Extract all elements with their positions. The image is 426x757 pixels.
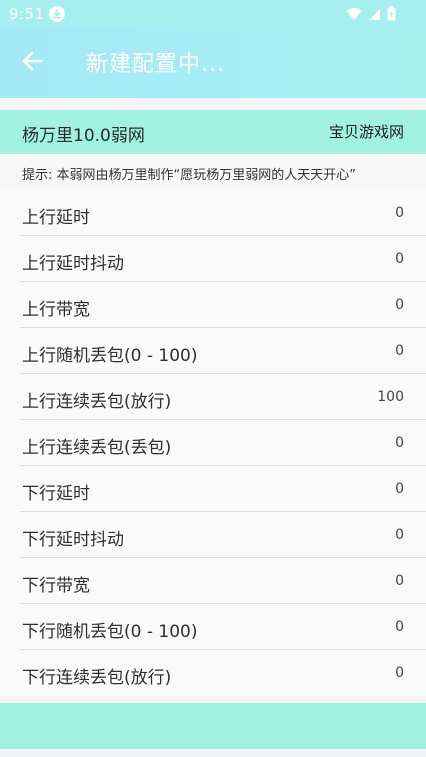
back-button[interactable]	[14, 44, 52, 82]
wifi-icon	[346, 7, 362, 25]
hint-text: 提示: 本弱网由杨万里制作“愿玩杨万里弱网的人天天开心”	[22, 168, 356, 183]
setting-value[interactable]: 0	[395, 619, 404, 635]
setting-label: 上行延时	[22, 208, 90, 228]
setting-value[interactable]: 0	[395, 343, 404, 359]
setting-label: 上行连续丢包(放行)	[22, 392, 172, 412]
setting-uplink-burst-pass[interactable]: 上行连续丢包(放行) 100	[20, 374, 426, 420]
setting-downlink-random-loss[interactable]: 下行随机丢包(0 - 100) 0	[20, 604, 426, 650]
setting-downlink-delay[interactable]: 下行延时 0	[20, 466, 426, 512]
status-bar: 9:51	[0, 0, 426, 28]
setting-label: 上行带宽	[22, 300, 90, 320]
setting-downlink-burst-pass[interactable]: 下行连续丢包(放行) 0	[20, 650, 426, 696]
status-time: 9:51	[9, 5, 45, 23]
setting-value[interactable]: 0	[395, 435, 404, 451]
site-name: 宝贝游戏网	[328, 123, 404, 141]
setting-label: 上行连续丢包(丢包)	[22, 438, 172, 458]
setting-label: 下行延时	[22, 484, 90, 504]
setting-value[interactable]: 0	[395, 205, 404, 221]
save-button[interactable]	[0, 703, 426, 749]
setting-value[interactable]: 0	[395, 573, 404, 589]
bottom-strip	[0, 749, 426, 757]
setting-label: 下行连续丢包(放行)	[22, 668, 172, 688]
setting-value[interactable]: 0	[395, 481, 404, 497]
setting-uplink-jitter[interactable]: 上行延时抖动 0	[20, 236, 426, 282]
setting-uplink-bandwidth[interactable]: 上行带宽 0	[20, 282, 426, 328]
setting-value[interactable]: 100	[377, 389, 404, 405]
setting-value[interactable]: 0	[395, 665, 404, 681]
config-name: 杨万里10.0弱网	[22, 126, 145, 146]
download-icon	[49, 6, 65, 22]
settings-list: 上行延时 0 上行延时抖动 0 上行带宽 0 上行随机丢包(0 - 100) 0…	[0, 190, 426, 696]
config-name-row[interactable]: 杨万里10.0弱网 宝贝游戏网	[0, 110, 426, 154]
app-bar: 新建配置中...	[0, 28, 426, 98]
signal-icon	[368, 7, 381, 25]
status-indicators	[346, 6, 396, 25]
arrow-left-icon	[22, 50, 44, 76]
setting-uplink-random-loss[interactable]: 上行随机丢包(0 - 100) 0	[20, 328, 426, 374]
setting-downlink-bandwidth[interactable]: 下行带宽 0	[20, 558, 426, 604]
setting-value[interactable]: 0	[395, 251, 404, 267]
setting-label: 上行延时抖动	[22, 254, 124, 274]
hint-row: 提示: 本弱网由杨万里制作“愿玩杨万里弱网的人天天开心”	[0, 154, 426, 190]
setting-uplink-burst-drop[interactable]: 上行连续丢包(丢包) 0	[20, 420, 426, 466]
page-title: 新建配置中...	[86, 52, 225, 77]
setting-downlink-jitter[interactable]: 下行延时抖动 0	[20, 512, 426, 558]
setting-value[interactable]: 0	[395, 297, 404, 313]
setting-label: 下行延时抖动	[22, 530, 124, 550]
setting-label: 下行随机丢包(0 - 100)	[22, 622, 198, 642]
battery-icon	[387, 6, 396, 25]
setting-label: 下行带宽	[22, 576, 90, 596]
setting-uplink-delay[interactable]: 上行延时 0	[20, 190, 426, 236]
setting-value[interactable]: 0	[395, 527, 404, 543]
setting-label: 上行随机丢包(0 - 100)	[22, 346, 198, 366]
